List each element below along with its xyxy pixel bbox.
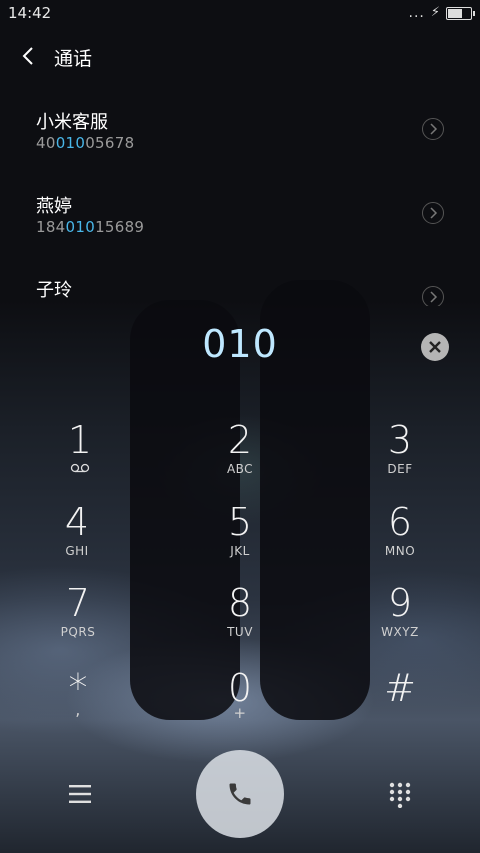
key-digit: 5 [227, 500, 253, 544]
signal-dots-icon: ... [408, 5, 425, 21]
key-9[interactable]: 9 WXYZ [340, 583, 460, 663]
status-icons: ... ⚡ [408, 5, 475, 21]
page-title: 通话 [54, 48, 93, 70]
key-digit: 8 [227, 581, 253, 625]
key-digit: 2 [227, 418, 253, 462]
key-digit: 6 [387, 500, 413, 544]
key-digit: # [384, 666, 416, 710]
number-suffix: 15689 [95, 218, 145, 236]
key-letters: WXYZ [381, 625, 419, 639]
contact-name: 燕婷 [36, 196, 72, 217]
contact-row[interactable]: 小米客服 4001005678 [0, 108, 480, 188]
key-5[interactable]: 5 JKL [180, 502, 300, 582]
chevron-left-icon[interactable] [18, 44, 42, 68]
contact-detail-arrow-icon[interactable] [422, 118, 444, 140]
key-letters: PQRS [60, 625, 96, 639]
contact-detail-arrow-icon[interactable] [422, 202, 444, 224]
key-letters: DEF [387, 462, 413, 476]
dialpad-icon[interactable] [388, 782, 412, 812]
menu-icon[interactable] [68, 784, 92, 808]
key-letters: ABC [226, 462, 254, 476]
key-digit: 7 [65, 581, 91, 625]
key-letters: TUV [227, 625, 253, 639]
voicemail-icon [20, 462, 140, 476]
key-0[interactable]: 0 + [180, 668, 300, 748]
number-match: 010 [55, 134, 86, 152]
key-8[interactable]: 8 TUV [180, 583, 300, 663]
key-2[interactable]: 2 ABC [180, 420, 300, 500]
key-star[interactable]: * , [18, 668, 138, 748]
key-digit: 3 [387, 418, 413, 462]
key-letters: + [233, 704, 247, 722]
key-digit: 9 [387, 581, 413, 625]
key-6[interactable]: 6 MNO [340, 502, 460, 582]
call-button[interactable] [196, 750, 284, 838]
dialed-number: 010 [202, 322, 278, 366]
status-time: 14:42 [8, 4, 52, 22]
key-letters: , [75, 700, 81, 719]
status-bar: 14:42 ... ⚡ [0, 0, 480, 28]
contact-number: 18401015689 [36, 218, 144, 236]
key-letters: GHI [65, 544, 89, 558]
phone-icon [229, 783, 251, 805]
contact-row[interactable]: 燕婷 18401015689 [0, 192, 480, 272]
number-suffix: 05678 [85, 134, 135, 152]
contact-detail-arrow-icon[interactable] [422, 286, 444, 306]
contact-number: 4001005678 [36, 134, 134, 152]
number-prefix: 184 [36, 218, 66, 236]
contact-name: 小米客服 [36, 112, 108, 133]
key-digit: 4 [64, 500, 90, 544]
key-letters: JKL [230, 544, 250, 558]
key-hash[interactable]: # [340, 668, 460, 748]
key-digit: 1 [67, 418, 93, 462]
charging-icon: ⚡ [430, 5, 440, 20]
key-letters: MNO [384, 544, 416, 558]
key-1[interactable]: 1 [20, 420, 140, 500]
key-3[interactable]: 3 DEF [340, 420, 460, 500]
number-match: 010 [65, 218, 96, 236]
contact-name: 子玲 [36, 280, 72, 301]
contact-row[interactable]: 子玲 [0, 276, 480, 306]
battery-icon [446, 6, 475, 20]
close-circle-icon[interactable] [421, 333, 449, 361]
number-prefix: 40 [36, 134, 56, 152]
key-7[interactable]: 7 PQRS [18, 583, 138, 663]
key-4[interactable]: 4 GHI [17, 502, 137, 582]
key-digit: 0 [227, 666, 253, 710]
app-header: 通话 [0, 36, 480, 80]
